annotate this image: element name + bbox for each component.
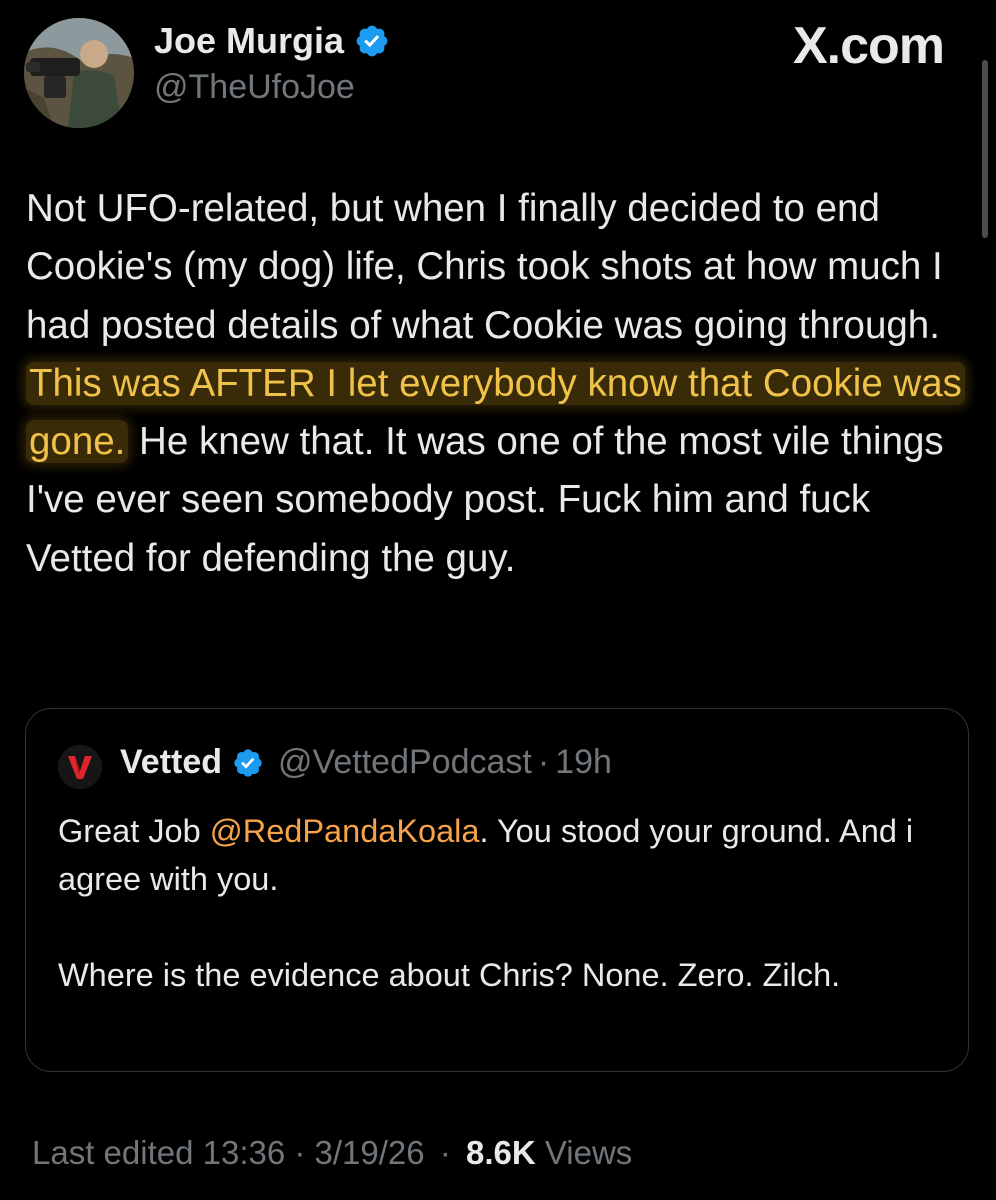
- tweet-text-after: He knew that. It was one of the most vil…: [26, 420, 944, 580]
- author-display-name[interactable]: Joe Murgia: [154, 20, 390, 62]
- quoted-author-name[interactable]: Vetted: [120, 743, 222, 782]
- verified-badge-icon[interactable]: [354, 23, 390, 59]
- quoted-tweet-body: Great Job @RedPandaKoala. You stood your…: [58, 807, 938, 999]
- author-handle[interactable]: @TheUfoJoe: [154, 68, 355, 107]
- quoted-header-separator: ·: [537, 743, 550, 781]
- tweet-metadata-footer: Last edited 13:36 · 3/19/26 · 8.6K Views: [32, 1134, 632, 1172]
- quoted-author-handle[interactable]: @VettedPodcast: [278, 743, 532, 782]
- mention-link[interactable]: @RedPandaKoala: [210, 813, 480, 849]
- last-edited-link[interactable]: Last edited 13:36 · 3/19/26: [32, 1134, 425, 1171]
- author-name-text: Joe Murgia: [154, 20, 345, 61]
- vetted-v-logo-icon[interactable]: [58, 745, 102, 789]
- footer-separator: ·: [439, 1134, 451, 1171]
- views-label: Views: [544, 1134, 633, 1171]
- quoted-paragraph-2: Where is the evidence about Chris? None.…: [58, 957, 841, 993]
- verified-badge-icon[interactable]: [232, 747, 264, 779]
- tweet-text-before: Not UFO-related, but when I finally deci…: [26, 187, 943, 347]
- tweet-body: Not UFO-related, but when I finally deci…: [26, 180, 971, 588]
- author-avatar-photo: [24, 18, 134, 128]
- quoted-tweet-header: Vetted @VettedPodcast · 19h: [120, 743, 612, 782]
- quoted-text-part: Great Job: [58, 813, 210, 849]
- author-avatar[interactable]: [24, 18, 134, 128]
- x-com-logo: X.com: [792, 17, 945, 75]
- quoted-paragraph-1: Great Job @RedPandaKoala. You stood your…: [58, 807, 938, 903]
- quoted-tweet-card[interactable]: Vetted @VettedPodcast · 19h Great Job @R…: [25, 708, 969, 1072]
- views-count: 8.6K: [465, 1134, 536, 1171]
- scrollbar-thumb[interactable]: [982, 60, 988, 238]
- quoted-tweet-timestamp[interactable]: 19h: [555, 743, 612, 782]
